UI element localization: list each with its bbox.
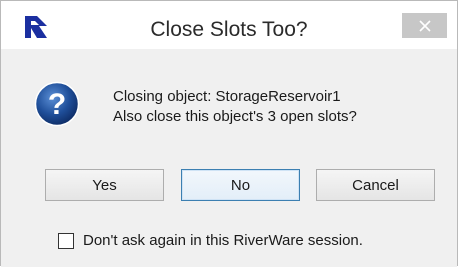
dont-ask-again-label: Don't ask again in this RiverWare sessio… bbox=[83, 232, 363, 249]
message-text: Closing object: StorageReservoir1 Also c… bbox=[113, 87, 357, 127]
title-bar[interactable]: Close Slots Too? bbox=[1, 1, 457, 49]
no-button[interactable]: No bbox=[181, 169, 300, 201]
message-line-2: Also close this object's 3 open slots? bbox=[113, 108, 357, 125]
close-icon bbox=[418, 19, 431, 32]
yes-button[interactable]: Yes bbox=[45, 169, 164, 201]
dont-ask-again-option[interactable]: Don't ask again in this RiverWare sessio… bbox=[58, 232, 363, 249]
message-line-1: Closing object: StorageReservoir1 bbox=[113, 88, 341, 105]
close-slots-dialog: Close Slots Too? ? Closing object: Stora… bbox=[0, 0, 458, 267]
question-icon: ? bbox=[34, 81, 80, 127]
dialog-body: ? Closing object: StorageReservoir1 Also… bbox=[1, 49, 457, 267]
svg-text:?: ? bbox=[48, 88, 66, 121]
dont-ask-again-checkbox[interactable] bbox=[58, 232, 74, 249]
cancel-button[interactable]: Cancel bbox=[316, 169, 435, 201]
dialog-title: Close Slots Too? bbox=[150, 18, 308, 41]
close-button[interactable] bbox=[402, 13, 447, 38]
